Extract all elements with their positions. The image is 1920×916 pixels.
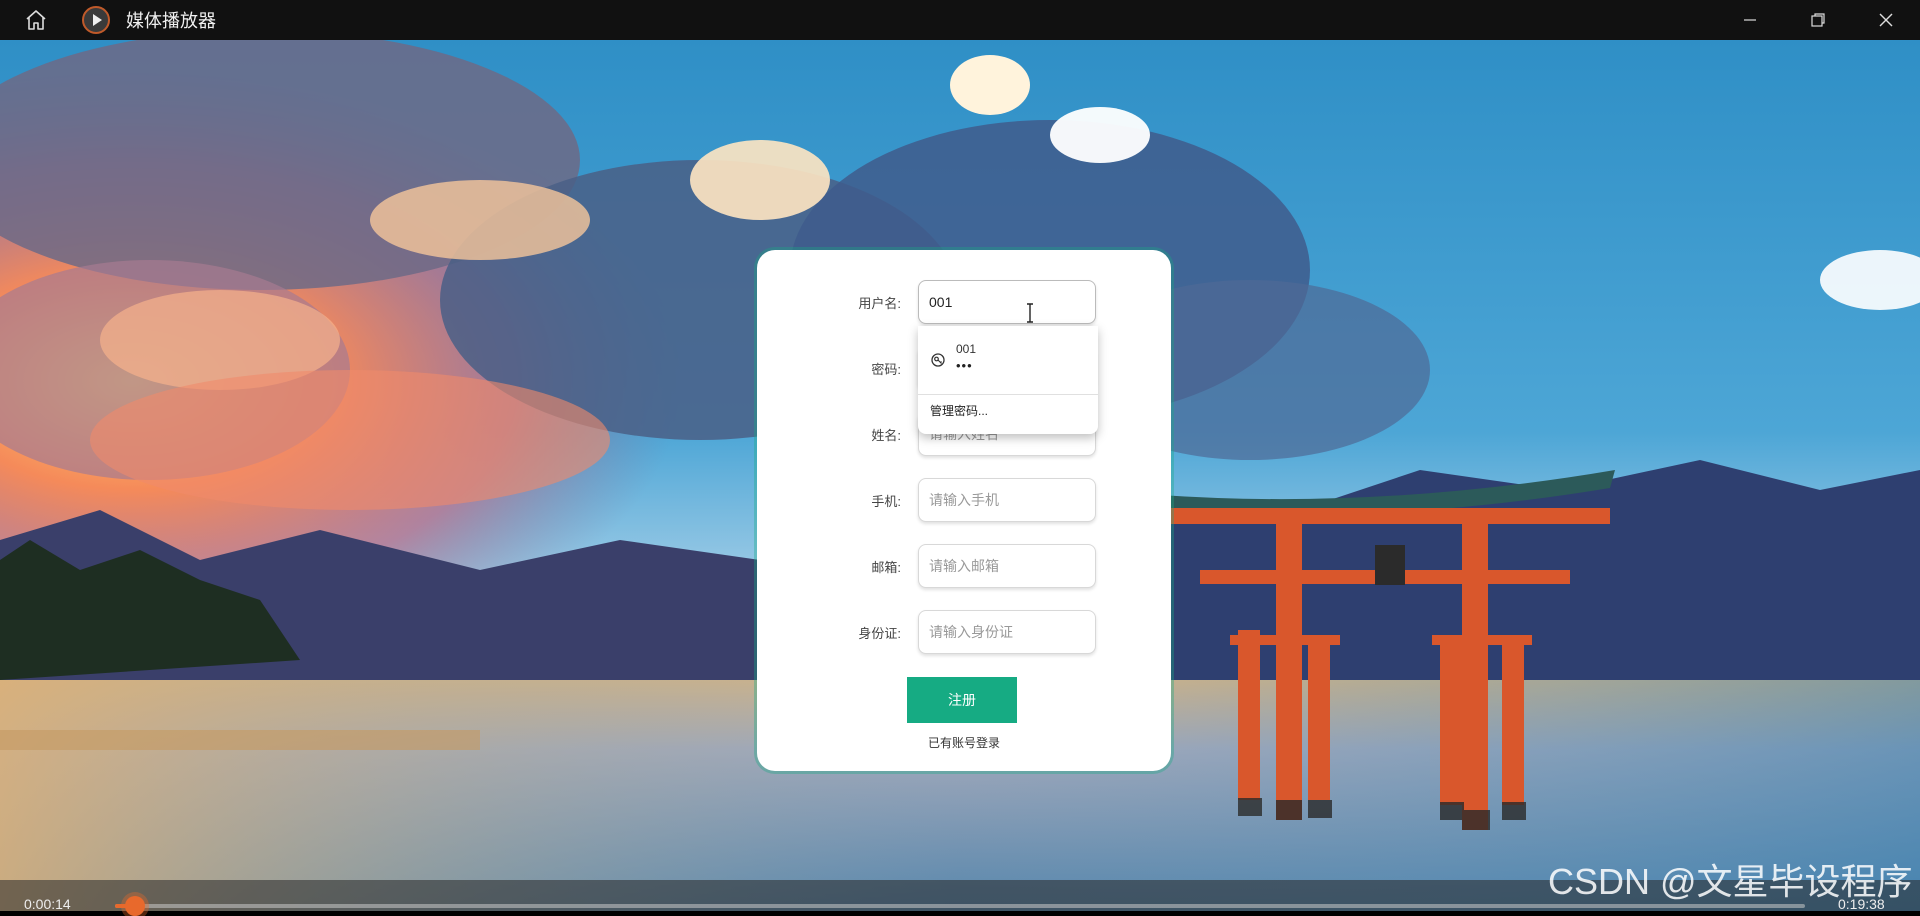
window-controls <box>1716 0 1920 40</box>
restore-icon <box>1811 13 1825 27</box>
restore-button[interactable] <box>1784 0 1852 40</box>
text-cursor-icon <box>1027 303 1033 323</box>
seek-thumb[interactable] <box>125 896 146 916</box>
username-label: 用户名: <box>858 296 901 311</box>
key-icon <box>931 353 945 367</box>
window-title: 媒体播放器 <box>126 11 216 31</box>
register-button[interactable]: 注册 <box>907 677 1017 723</box>
watermark: CSDN @文星毕设程序 <box>1548 861 1913 902</box>
home-icon <box>26 10 46 30</box>
home-button[interactable] <box>16 0 56 40</box>
id-card-row: 身份证: <box>757 610 1171 658</box>
id-card-input[interactable] <box>918 610 1096 654</box>
close-button[interactable] <box>1852 0 1920 40</box>
play-logo-icon <box>82 6 110 34</box>
phone-input[interactable] <box>918 478 1096 522</box>
login-link[interactable]: 已有账号登录 <box>757 734 1171 751</box>
username-input[interactable] <box>918 280 1096 324</box>
current-time: 0:00:14 <box>24 896 71 912</box>
email-input[interactable] <box>918 544 1096 588</box>
minimize-icon <box>1744 19 1756 21</box>
title-bar: 媒体播放器 <box>0 0 1920 40</box>
autofill-password: ••• <box>956 358 973 373</box>
phone-label: 手机: <box>871 494 901 509</box>
name-label: 姓名: <box>871 428 901 443</box>
id-card-label: 身份证: <box>858 626 901 641</box>
minimize-button[interactable] <box>1716 0 1784 40</box>
manage-passwords-link[interactable]: 管理密码... <box>930 402 988 419</box>
divider <box>918 394 1098 395</box>
autofill-username: 001 <box>956 342 977 356</box>
autofill-suggestion[interactable]: 001 ••• <box>918 326 1098 394</box>
autofill-dropdown: 001 ••• 管理密码... <box>918 326 1098 434</box>
close-icon <box>1879 13 1893 27</box>
email-label: 邮箱: <box>871 560 901 575</box>
email-row: 邮箱: <box>757 544 1171 592</box>
username-row: 用户名: <box>757 280 1171 328</box>
password-label: 密码: <box>871 362 901 377</box>
phone-row: 手机: <box>757 478 1171 526</box>
